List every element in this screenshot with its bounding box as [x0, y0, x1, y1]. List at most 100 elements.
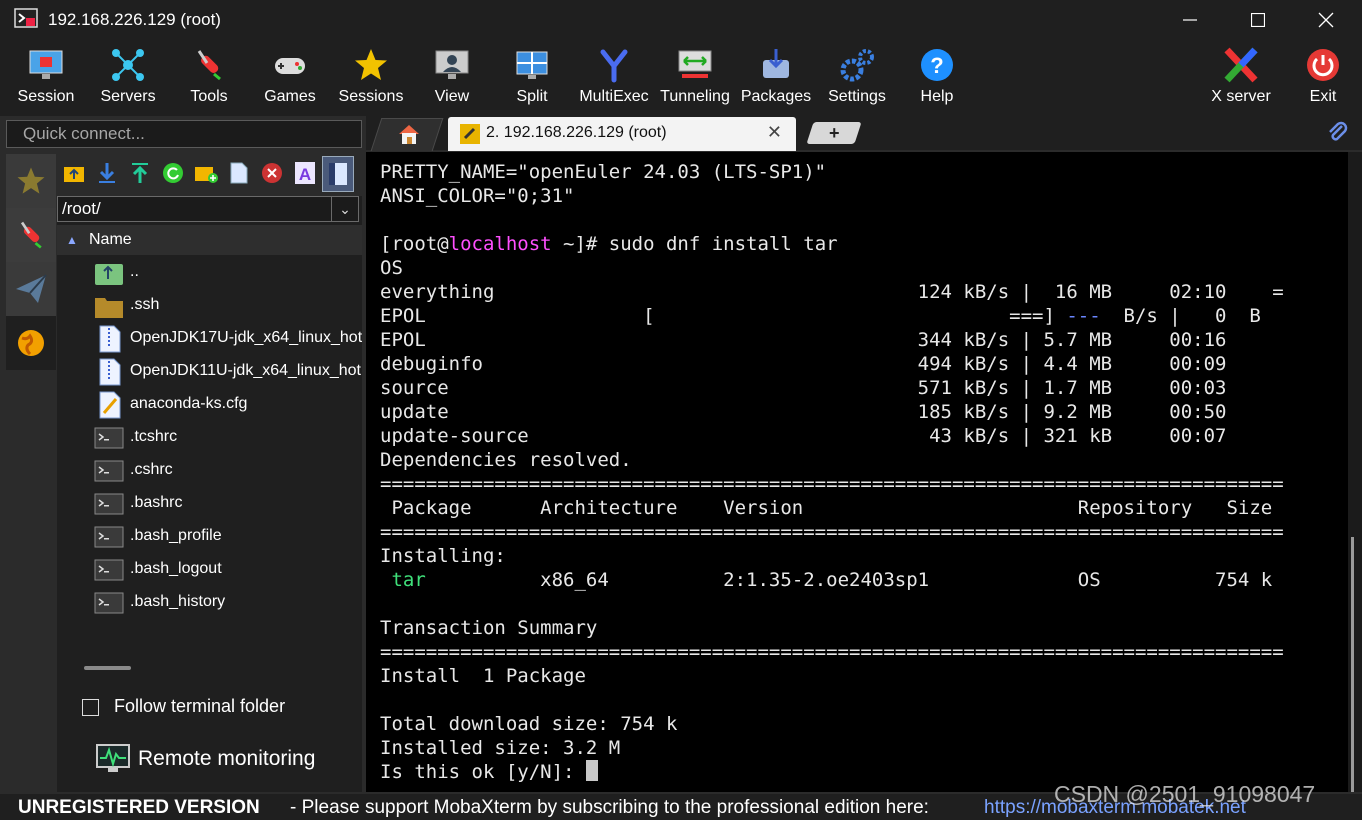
- toolbar-tools-label: Tools: [190, 88, 228, 105]
- svg-text:A: A: [299, 165, 311, 184]
- progress-text: EPOL [ ===]: [380, 305, 1067, 327]
- progress-dashes: ---: [1066, 305, 1101, 327]
- main-toolbar: Session Servers Tools Games Sessions Vie…: [0, 40, 1362, 116]
- toolbar-session-label: Session: [17, 88, 75, 105]
- side-tab-tools[interactable]: [6, 208, 56, 262]
- toggle-panel-button[interactable]: [322, 156, 354, 192]
- panel-splitter-handle[interactable]: [84, 666, 131, 670]
- terminal-file-icon: [94, 589, 124, 617]
- file-list-item[interactable]: .ssh: [94, 289, 362, 322]
- toolbar-settings-button[interactable]: Settings: [816, 44, 898, 112]
- toolbar-help-button[interactable]: ? Help: [896, 44, 978, 112]
- file-list-item[interactable]: anaconda-ks.cfg: [94, 388, 362, 421]
- chevron-down-icon[interactable]: ⌄: [331, 197, 358, 221]
- sftp-path-text: /root/: [62, 199, 101, 218]
- file-list-item[interactable]: OpenJDK17U-jdk_x64_linux_hot: [94, 322, 362, 355]
- upload-button[interactable]: [127, 160, 153, 186]
- tab-terminal-session[interactable]: 2. 192.168.226.129 (root) ✕: [448, 117, 796, 151]
- file-list-item[interactable]: .cshrc: [94, 454, 362, 487]
- folder-up-icon: [94, 259, 124, 287]
- toolbar-servers-label: Servers: [100, 88, 156, 105]
- terminal-progress-line: EPOL [ ===] --- B/s | 0 B: [380, 304, 1261, 328]
- toolbar-xserver-button[interactable]: X server: [1200, 44, 1282, 112]
- delete-icon: [262, 163, 282, 183]
- toolbar-tunneling-button[interactable]: Tunneling: [654, 44, 736, 112]
- folder-up-button[interactable]: [61, 160, 87, 186]
- file-list-item[interactable]: ..: [94, 256, 362, 289]
- toolbar-exit-button[interactable]: Exit: [1282, 44, 1362, 112]
- prompt-host: localhost: [448, 233, 552, 255]
- terminal-rule: ========================================…: [380, 521, 1284, 543]
- file-list-item[interactable]: .bash_history: [94, 586, 362, 619]
- new-file-button[interactable]: [226, 160, 252, 186]
- star-icon: [17, 167, 45, 194]
- tab-terminal-label: 2. 192.168.226.129 (root): [486, 124, 667, 141]
- gamepad-icon: [275, 58, 305, 74]
- toolbar-view-button[interactable]: View: [411, 44, 493, 112]
- close-icon: [1318, 12, 1334, 28]
- terminal-line: update-source 43 kB/s | 321 kB 00:07: [380, 425, 1227, 447]
- toolbar-multiexec-button[interactable]: MultiExec: [573, 44, 655, 112]
- file-list-item[interactable]: OpenJDK11U-jdk_x64_linux_hot: [94, 355, 362, 388]
- file-name: OpenJDK11U-jdk_x64_linux_hot: [130, 362, 361, 379]
- checkbox-box[interactable]: [82, 699, 99, 716]
- scrollbar-thumb[interactable]: [1351, 537, 1354, 792]
- file-name: OpenJDK17U-jdk_x64_linux_hot: [130, 329, 362, 346]
- prompt-command: ~]# sudo dnf install tar: [551, 233, 838, 255]
- csdn-watermark: CSDN @2501_91098047: [1054, 781, 1316, 807]
- download-button[interactable]: [94, 160, 120, 186]
- sftp-path-field[interactable]: /root/ ⌄: [57, 196, 359, 222]
- new-folder-button[interactable]: [193, 160, 219, 186]
- panel-layout-icon: [329, 163, 347, 185]
- close-window-button[interactable]: [1292, 0, 1360, 40]
- toolbar-tools-button[interactable]: Tools: [168, 44, 250, 112]
- terminal-line: Install 1 Package: [380, 665, 586, 687]
- help-icon: ?: [921, 49, 953, 81]
- refresh-button[interactable]: [160, 160, 186, 186]
- toolbar-packages-button[interactable]: Packages: [735, 44, 817, 112]
- side-tab-macros[interactable]: [6, 262, 56, 316]
- quick-connect-input[interactable]: Quick connect...: [6, 120, 362, 148]
- toolbar-session-button[interactable]: Session: [5, 44, 87, 112]
- close-tab-icon[interactable]: ✕: [767, 122, 782, 143]
- terminal-file-icon: [94, 457, 124, 485]
- toolbar-split-button[interactable]: Split: [491, 44, 573, 112]
- terminal-scrollbar[interactable]: [1348, 152, 1362, 792]
- send-plane-icon: [16, 274, 47, 303]
- new-file-icon: [230, 162, 248, 184]
- file-name: .tcshrc: [130, 428, 178, 445]
- file-list-item[interactable]: .bash_profile: [94, 520, 362, 553]
- progress-rate: B/s | 0 B: [1100, 305, 1261, 327]
- mobaxterm-app-icon: [14, 8, 38, 28]
- side-tab-sftp[interactable]: [6, 316, 56, 370]
- paperclip-icon[interactable]: [1326, 120, 1348, 150]
- folder-icon: [94, 292, 124, 320]
- title-bar: 192.168.226.129 (root): [0, 0, 1362, 40]
- new-tab-button[interactable]: +: [806, 122, 862, 144]
- column-name-label: Name: [89, 231, 132, 248]
- ssh-session-icon: [460, 124, 480, 144]
- terminal-cursor: [585, 760, 598, 781]
- terminal-line: everything 124 kB/s | 16 MB 02:10 =: [380, 281, 1284, 303]
- packages-icon: [763, 49, 789, 78]
- toolbar-servers-button[interactable]: Servers: [87, 44, 169, 112]
- terminal-line: Installed size: 3.2 M: [380, 737, 621, 759]
- file-list-header-name[interactable]: ▲ Name: [57, 225, 362, 255]
- multiexec-fork-icon: [600, 49, 628, 83]
- toolbar-games-button[interactable]: Games: [249, 44, 331, 112]
- file-list-item[interactable]: .bash_logout: [94, 553, 362, 586]
- download-icon: [99, 163, 115, 183]
- delete-button[interactable]: [259, 160, 285, 186]
- maximize-button[interactable]: [1224, 0, 1292, 40]
- file-list-item[interactable]: .tcshrc: [94, 421, 362, 454]
- terminal-input-line[interactable]: Is this ok [y/N]:: [380, 760, 598, 784]
- terminal-line: Transaction Summary: [380, 617, 598, 639]
- minimize-button[interactable]: [1156, 0, 1224, 40]
- side-tab-sessions[interactable]: [6, 154, 56, 208]
- tunneling-icon: [678, 50, 712, 78]
- toolbar-sessions-button[interactable]: Sessions: [330, 44, 412, 112]
- file-list-item[interactable]: .bashrc: [94, 487, 362, 520]
- toolbar-split-label: Split: [516, 88, 548, 105]
- rename-button[interactable]: A: [292, 160, 318, 186]
- new-folder-icon: [195, 167, 218, 183]
